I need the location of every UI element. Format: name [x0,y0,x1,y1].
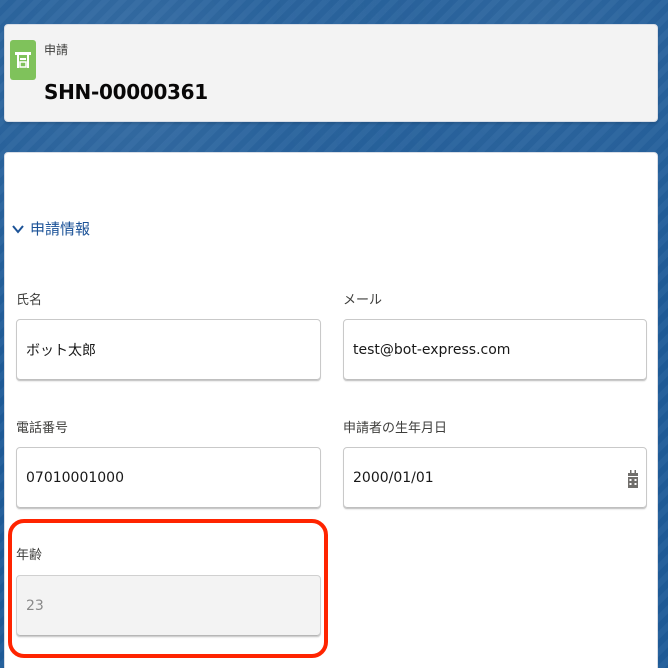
section-title: 申請情報 [30,220,91,238]
section-toggle-application-info[interactable]: 申請情報 [12,218,90,239]
phone-value: 07010001000 [26,470,124,486]
email-field[interactable]: test@bot-express.com [343,319,647,381]
birthdate-value: 2000/01/01 [353,470,434,486]
highlight-outline [8,519,328,658]
calendar-icon[interactable] [628,470,638,492]
record-icon [10,40,36,80]
name-label: 氏名 [16,293,43,308]
record-header [4,24,658,122]
birthdate-field[interactable]: 2000/01/01 [343,447,647,509]
phone-label: 電話番号 [16,421,69,436]
name-field[interactable]: ボット太郎 [16,319,321,381]
phone-field[interactable]: 07010001000 [16,447,321,509]
record-name: SHN-00000361 [44,80,208,104]
email-value: test@bot-express.com [353,342,511,358]
name-value: ボット太郎 [26,343,96,359]
email-label: メール [343,293,383,308]
chevron-down-icon [12,220,24,238]
object-label: 申請 [44,43,69,57]
birthdate-label: 申請者の生年月日 [343,421,448,436]
